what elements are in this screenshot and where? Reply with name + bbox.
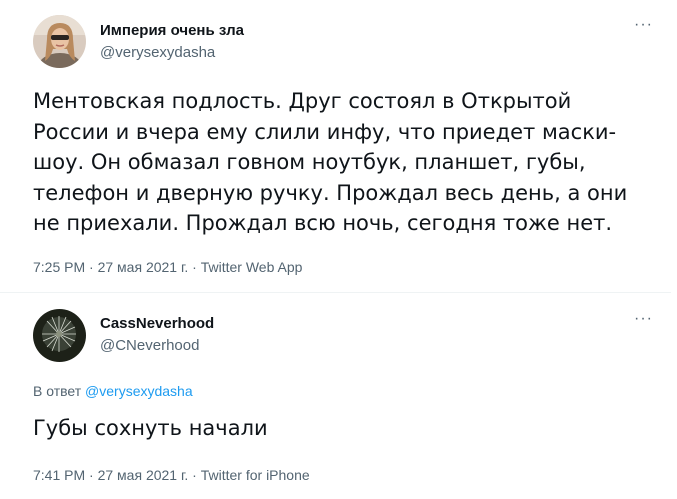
meta-separator: · [192, 259, 197, 275]
meta-separator: · [192, 467, 197, 483]
dandelion-avatar-icon [33, 309, 86, 362]
author-display-name[interactable]: Империя очень зла [100, 22, 244, 39]
tweet-meta: 7:41 PM · 27 мая 2021 г. · Twitter for i… [33, 467, 310, 483]
tweet-time[interactable]: 7:25 PM [33, 259, 85, 275]
user-avatar[interactable] [33, 15, 86, 68]
more-options-icon[interactable]: ··· [634, 17, 653, 33]
reply-mention-link[interactable]: @verysexydasha [85, 383, 193, 399]
tweet-reply: CassNeverhood @CNeverhood ··· В ответ @v… [0, 294, 671, 499]
tweet-date[interactable]: 27 мая 2021 г. [98, 467, 189, 483]
tweet-source[interactable]: Twitter Web App [201, 259, 303, 275]
author-handle[interactable]: @verysexydasha [100, 44, 215, 61]
user-avatar[interactable] [33, 309, 86, 362]
tweet-source[interactable]: Twitter for iPhone [201, 467, 310, 483]
portrait-avatar-icon [33, 15, 86, 68]
tweet-date[interactable]: 27 мая 2021 г. [98, 259, 189, 275]
author-display-name[interactable]: CassNeverhood [100, 315, 214, 332]
author-handle[interactable]: @CNeverhood [100, 337, 199, 354]
reply-prefix: В ответ [33, 383, 82, 399]
meta-separator: · [89, 467, 94, 483]
tweet-original: Империя очень зла @verysexydasha ··· Мен… [0, 0, 671, 293]
tweet-text: Ментовская подлость. Друг состоял в Откр… [33, 89, 628, 235]
more-options-icon[interactable]: ··· [634, 311, 653, 327]
tweet-text: Губы сохнуть начали [33, 416, 268, 440]
reply-context: В ответ @verysexydasha [33, 383, 193, 399]
meta-separator: · [89, 259, 94, 275]
tweet-time[interactable]: 7:41 PM [33, 467, 85, 483]
tweet-meta: 7:25 PM · 27 мая 2021 г. · Twitter Web A… [33, 259, 302, 275]
